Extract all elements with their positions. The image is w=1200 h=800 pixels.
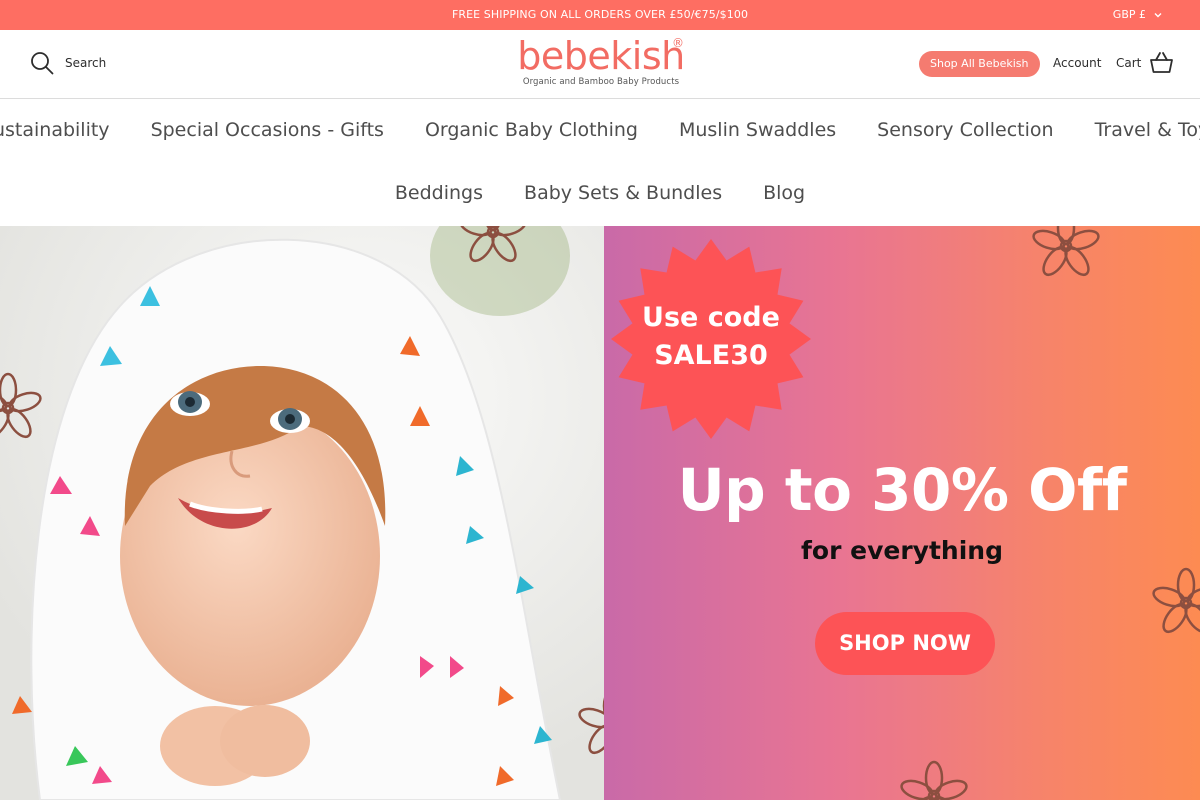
nav-row-primary: Sustainability Special Occasions - Gifts…: [0, 116, 1200, 144]
hero-banner[interactable]: Use code SALE30 Up to 30% Off for everyt…: [0, 226, 1200, 800]
nav-item-baby-sets-bundles[interactable]: Baby Sets & Bundles: [524, 179, 722, 207]
search-button[interactable]: Search: [30, 51, 106, 75]
chevron-down-icon: [1154, 13, 1162, 18]
search-label: Search: [65, 56, 107, 70]
cart-button[interactable]: Cart: [1116, 51, 1174, 75]
nav-item-special-occasions-gifts[interactable]: Special Occasions - Gifts: [151, 116, 384, 144]
account-link[interactable]: Account: [1053, 56, 1101, 70]
promo-subline: for everything: [801, 536, 1003, 565]
nav-item-muslin-swaddles[interactable]: Muslin Swaddles: [679, 116, 836, 144]
promo-code-starburst: [611, 239, 811, 439]
promo-code-label: Use code: [642, 302, 780, 333]
main-navigation: Sustainability Special Occasions - Gifts…: [0, 99, 1200, 226]
currency-selector[interactable]: GBP £: [1113, 0, 1164, 30]
nav-item-beddings[interactable]: Beddings: [395, 179, 483, 207]
cart-label: Cart: [1116, 56, 1142, 70]
promo-code-value: SALE30: [654, 340, 768, 371]
currency-label: GBP £: [1112, 8, 1146, 21]
logo-tagline: Organic and Bamboo Baby Products: [522, 77, 680, 87]
nav-item-sustainability[interactable]: Sustainability: [0, 116, 110, 144]
hero-photo-baby-in-muslin: [0, 226, 604, 800]
nav-item-blog[interactable]: Blog: [763, 179, 805, 207]
site-header: Search bebekish ® Organic and Bamboo Bab…: [0, 30, 1200, 99]
search-icon: [31, 52, 54, 75]
logo-wordmark: bebekish: [517, 34, 685, 78]
basket-icon: [1150, 52, 1174, 73]
nav-item-organic-baby-clothing[interactable]: Organic Baby Clothing: [425, 116, 638, 144]
nav-item-sensory-collection[interactable]: Sensory Collection: [877, 116, 1053, 144]
logo-registered-mark: ®: [672, 36, 684, 50]
promo-headline: Up to 30% Off: [677, 456, 1127, 524]
nav-row-secondary: Beddings Baby Sets & Bundles Blog: [0, 179, 1200, 207]
baby-illustration: [0, 226, 604, 800]
shop-now-button[interactable]: SHOP NOW: [815, 612, 995, 675]
nav-item-travel-toys[interactable]: Travel & Toys: [1095, 116, 1200, 144]
free-shipping-text: FREE SHIPPING ON ALL ORDERS OVER £50/€75…: [451, 8, 749, 21]
shop-all-button[interactable]: Shop All Bebekish: [919, 51, 1040, 77]
site-logo[interactable]: bebekish ® Organic and Bamboo Baby Produ…: [516, 36, 686, 94]
announcement-bar: FREE SHIPPING ON ALL ORDERS OVER £50/€75…: [0, 0, 1200, 30]
